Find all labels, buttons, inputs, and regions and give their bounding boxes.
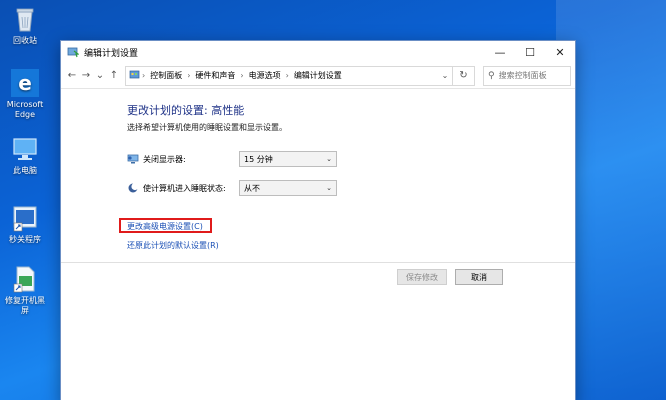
desktop-icon-this-pc[interactable]: 此电脑 [2,134,48,176]
close-button[interactable]: ✕ [545,41,575,63]
chevron-down-icon: ⌄ [326,155,332,163]
plan-settings-content: 更改计划的设置: 高性能 选择希望计算机使用的睡眠设置和显示设置。 关闭显示器:… [61,89,575,400]
breadcrumb-hardware-sound[interactable]: 硬件和声音 [192,70,238,81]
minimize-button[interactable]: — [485,41,515,63]
restore-defaults-link[interactable]: 还原此计划的默认设置(R) [127,240,219,251]
address-dropdown-icon[interactable]: ⌄ [438,71,452,80]
edit-plan-settings-window: 编辑计划设置 — ☐ ✕ ← → ⌄ ↑ › 控制面板 › 硬件和声音 › 电源… [60,40,576,400]
search-box[interactable]: ⚲ 搜索控制面板 [483,65,571,86]
sleep-select[interactable]: 从不 ⌄ [239,180,337,196]
breadcrumb-separator: › [142,71,146,80]
sleep-row: 使计算机进入睡眠状态: 从不 ⌄ [127,180,337,196]
desktop-icon-label: 秒关程序 [9,235,41,244]
turn-off-display-label: 关闭显示器: [143,154,186,164]
breadcrumb-control-panel[interactable]: 控制面板 [147,70,185,81]
cancel-button[interactable]: 取消 [455,269,503,285]
sleep-label: 使计算机进入睡眠状态: [143,183,226,193]
monitor-icon [127,153,139,165]
desktop-icon-close-programs[interactable]: 秒关程序 [2,203,48,245]
edge-icon: e [10,68,40,98]
desktop-icon-label: Microsoft Edge [6,100,44,119]
sleep-value: 从不 [244,183,260,193]
moon-icon [127,182,139,194]
window-title: 编辑计划设置 [84,48,139,59]
refresh-button[interactable]: ↻ [453,65,475,86]
breadcrumb-separator: › [240,71,244,80]
page-title: 更改计划的设置: 高性能 [127,104,245,117]
window-titlebar[interactable]: 编辑计划设置 — ☐ ✕ [61,41,575,63]
save-changes-button[interactable]: 保存修改 [397,269,447,285]
address-bar[interactable]: › 控制面板 › 硬件和声音 › 电源选项 › 编辑计划设置 ⌄ [125,65,453,86]
search-icon: ⚲ [488,70,495,81]
recycle-bin-icon [10,4,40,34]
desktop-icon-recycle-bin[interactable]: 回收站 [2,4,48,46]
chevron-down-icon: ⌄ [326,184,332,192]
power-options-icon [67,46,80,58]
breadcrumb-power-options[interactable]: 电源选项 [246,70,284,81]
svg-text:e: e [18,71,32,95]
footer-divider [61,262,575,263]
search-placeholder: 搜索控制面板 [498,71,547,80]
breadcrumb-separator: › [187,71,191,80]
forward-button[interactable]: → [79,66,93,86]
turn-off-display-row: 关闭显示器: 15 分钟 ⌄ [127,151,337,167]
control-panel-icon [129,69,140,82]
maximize-button[interactable]: ☐ [515,41,545,63]
page-subtitle: 选择希望计算机使用的睡眠设置和显示设置。 [127,123,287,132]
desktop-icon-edge[interactable]: e Microsoft Edge [2,68,48,120]
desktop-icon-repair-boot[interactable]: 修复开机黑屏 [2,264,48,316]
back-button[interactable]: ← [65,66,79,86]
desktop-icon-label: 此电脑 [13,166,37,175]
computer-icon [10,134,40,164]
highlight-box [119,218,212,233]
breadcrumb-separator: › [285,71,289,80]
recent-locations-button[interactable]: ⌄ [93,66,107,86]
desktop-icon-label: 修复开机黑屏 [5,296,45,315]
turn-off-display-select[interactable]: 15 分钟 ⌄ [239,151,337,167]
turn-off-display-value: 15 分钟 [244,154,273,164]
shortcut-icon [10,203,40,233]
desktop-icon-label: 回收站 [13,36,37,45]
navigation-bar: ← → ⌄ ↑ › 控制面板 › 硬件和声音 › 电源选项 › 编辑计划设置 ⌄… [61,63,575,89]
breadcrumb-edit-plan[interactable]: 编辑计划设置 [291,70,345,81]
up-button[interactable]: ↑ [107,66,121,86]
file-icon [10,264,40,294]
